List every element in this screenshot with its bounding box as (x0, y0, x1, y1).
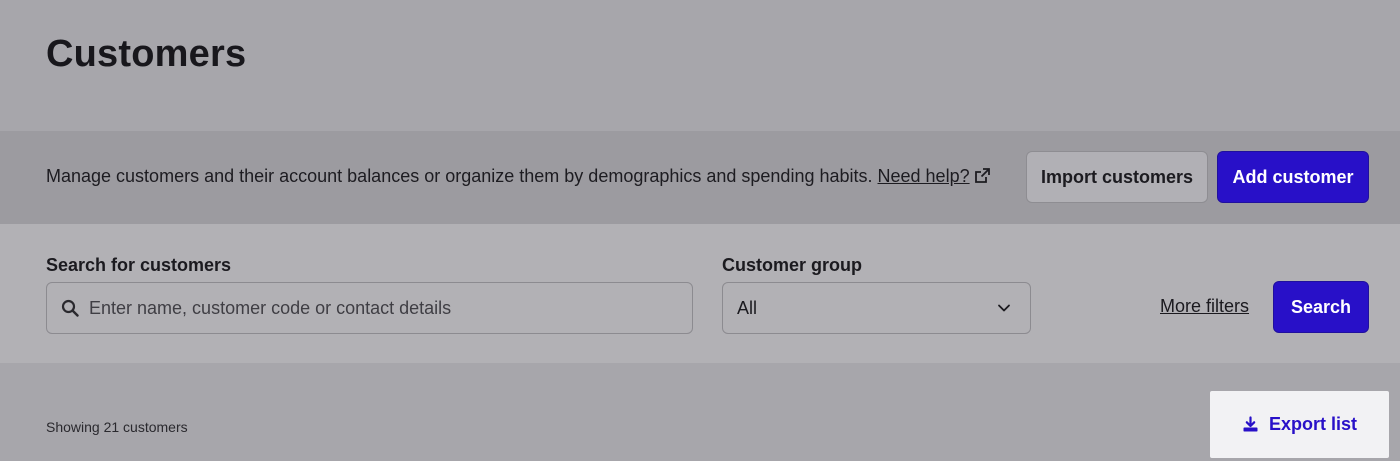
customer-group-select[interactable]: All (722, 282, 1031, 334)
import-customers-button[interactable]: Import customers (1026, 151, 1208, 203)
search-icon (61, 299, 79, 317)
search-input[interactable] (89, 283, 679, 333)
need-help-label: Need help? (877, 166, 970, 186)
search-label: Search for customers (46, 255, 232, 275)
more-filters-link[interactable]: More filters (1160, 296, 1249, 317)
download-icon (1243, 416, 1258, 432)
page-description: Manage customers and their account balan… (46, 166, 991, 187)
export-list-button[interactable]: Export list (1210, 391, 1389, 458)
export-list-label: Export list (1268, 414, 1357, 434)
chevron-down-icon (998, 304, 1010, 312)
search-field[interactable] (46, 282, 693, 334)
add-customer-button[interactable]: Add customer (1217, 151, 1369, 203)
results-count: Showing 21 customers (46, 419, 188, 435)
description-text: Manage customers and their account balan… (46, 166, 873, 186)
search-button[interactable]: Search (1273, 281, 1369, 333)
page-header: Customers (0, 0, 1400, 131)
external-link-icon (974, 168, 990, 183)
page-title: Customers (46, 33, 247, 75)
need-help-link[interactable]: Need help? (878, 166, 991, 186)
customer-group-value: All (737, 298, 758, 318)
customer-group-label: Customer group (722, 255, 863, 275)
